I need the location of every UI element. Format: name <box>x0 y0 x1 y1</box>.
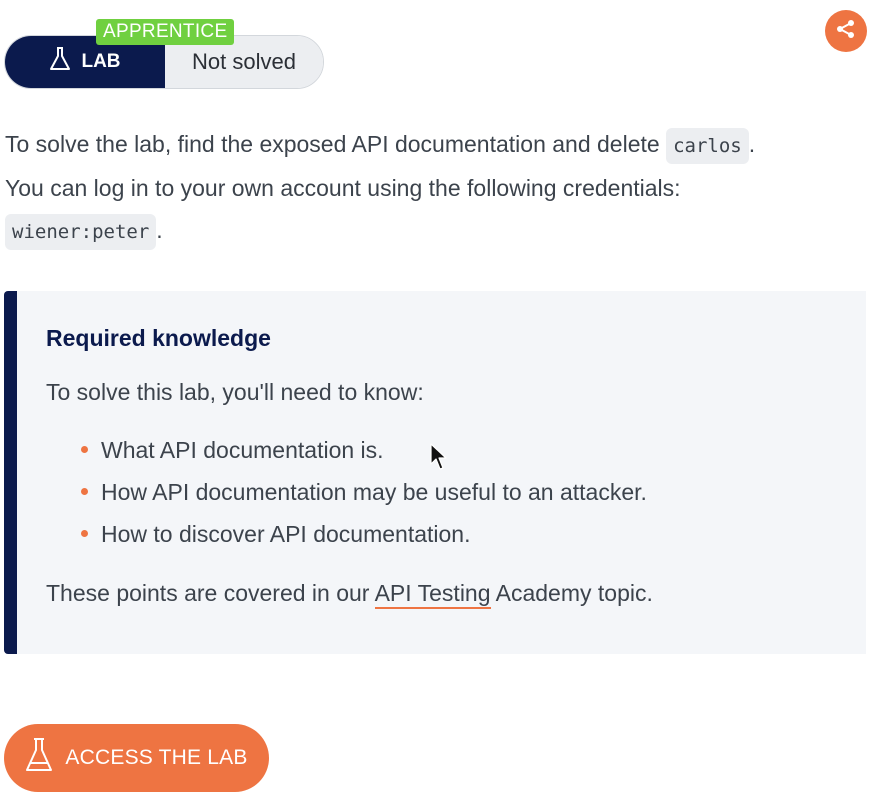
flask-icon <box>25 737 53 779</box>
list-item: What API documentation is. <box>46 429 647 471</box>
bullet-icon <box>81 530 88 537</box>
lab-page: LAB Not solved APPRENTICE To solve the l… <box>0 0 874 812</box>
list-item: How to discover API documentation. <box>46 513 647 555</box>
lab-tag-label: LAB <box>81 51 121 72</box>
required-knowledge-title: Required knowledge <box>46 325 271 351</box>
credentials-code: wiener:peter <box>5 214 157 250</box>
list-item: How API documentation may be useful to a… <box>46 471 647 513</box>
level-badge: APPRENTICE <box>96 19 235 45</box>
description-line-2: You can log in to your own account using… <box>5 175 681 201</box>
required-knowledge-outro: These points are covered in our API Test… <box>46 580 653 609</box>
description-line-1: To solve the lab, find the exposed API d… <box>5 131 660 157</box>
target-username-code: carlos <box>666 128 749 164</box>
share-button[interactable] <box>825 10 867 52</box>
required-knowledge-box: Required knowledge To solve this lab, yo… <box>4 291 866 654</box>
mouse-cursor-icon <box>430 443 448 471</box>
flask-icon <box>49 46 71 78</box>
api-testing-link[interactable]: API Testing <box>374 580 491 609</box>
required-knowledge-lead: To solve this lab, you'll need to know: <box>46 379 424 405</box>
bullet-icon <box>81 446 88 453</box>
access-lab-button[interactable]: ACCESS THE LAB <box>4 724 269 792</box>
required-knowledge-list: What API documentation is. How API docum… <box>46 429 647 555</box>
bullet-icon <box>81 488 88 495</box>
access-lab-label: ACCESS THE LAB <box>65 746 248 769</box>
lab-description: To solve the lab, find the exposed API d… <box>5 123 865 253</box>
share-icon <box>835 18 857 45</box>
